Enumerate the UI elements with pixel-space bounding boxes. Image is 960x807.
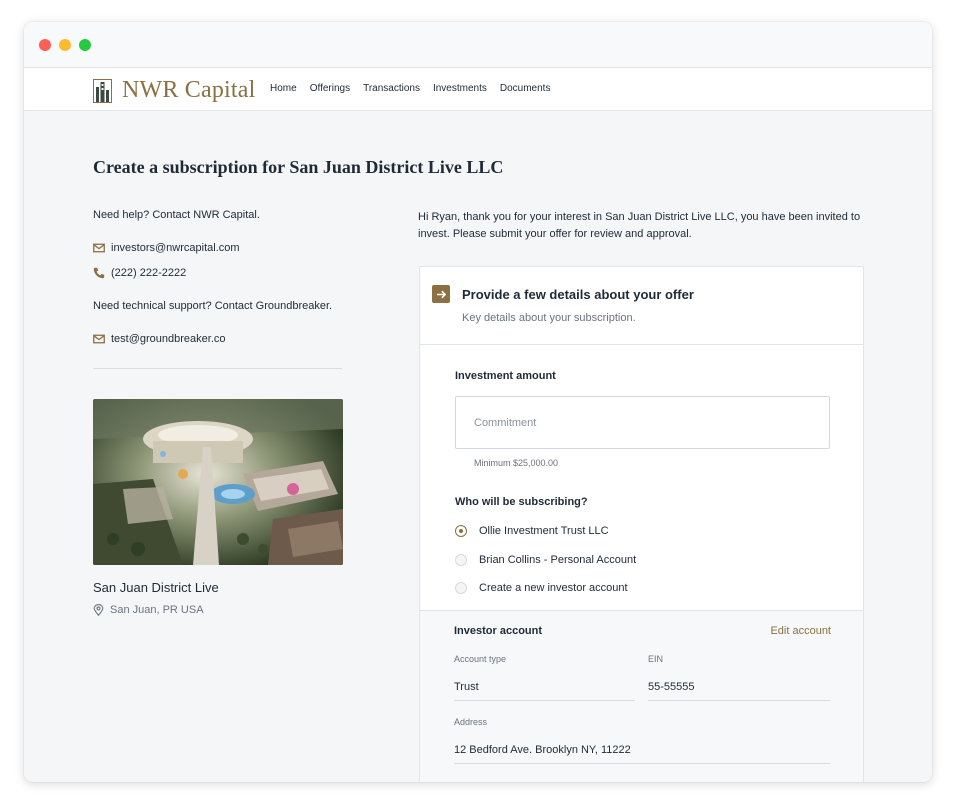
property-name: San Juan District Live (93, 580, 219, 595)
brand-logo[interactable]: NWR Capital (93, 77, 256, 104)
offer-form-title: Provide a few details about your offer (462, 287, 694, 302)
location-pin-icon (93, 604, 104, 616)
mail-icon (93, 334, 105, 344)
nav-transactions[interactable]: Transactions (363, 83, 420, 94)
subscriber-option-label: Ollie Investment Trust LLC (479, 525, 609, 537)
investor-account-section: Investor account Edit account Account ty… (420, 610, 863, 782)
maximize-window-button[interactable] (79, 39, 91, 51)
window-titlebar (24, 22, 932, 68)
property-aerial-illustration (93, 399, 343, 565)
ein-value: 55-55555 (648, 681, 830, 701)
property-location: San Juan, PR USA (93, 604, 343, 616)
property-image (93, 399, 343, 565)
sidebar: Need help? Contact NWR Capital. investor… (93, 209, 343, 616)
nav-documents[interactable]: Documents (500, 83, 551, 94)
investor-account-title: Investor account (454, 625, 543, 637)
nav-offerings[interactable]: Offerings (310, 83, 350, 94)
support-email-text: investors@nwrcapital.com (111, 242, 240, 254)
support-phone[interactable]: (222) 222-2222 (93, 267, 343, 279)
close-window-button[interactable] (39, 39, 51, 51)
main-nav: Home Offerings Transactions Investments … (270, 83, 563, 94)
offer-form-card: Provide a few details about your offer K… (419, 266, 864, 782)
minimize-window-button[interactable] (59, 39, 71, 51)
radio-unselected[interactable] (455, 554, 467, 566)
subscriber-option-new-account[interactable]: Create a new investor account (455, 582, 628, 594)
intro-message: Hi Ryan, thank you for your interest in … (418, 211, 861, 240)
page-title: Create a subscription for San Juan Distr… (93, 157, 504, 177)
subscriber-option-label: Brian Collins - Personal Account (479, 554, 637, 566)
account-type-value: Trust (454, 681, 635, 701)
browser-window: NWR Capital Home Offerings Transactions … (24, 22, 932, 782)
support-email[interactable]: investors@nwrcapital.com (93, 242, 343, 254)
brand-name: NWR Capital (122, 77, 256, 103)
subscriber-option-ollie-trust[interactable]: Ollie Investment Trust LLC (455, 525, 609, 537)
property-location-text: San Juan, PR USA (110, 604, 204, 616)
tech-support-email[interactable]: test@groundbreaker.co (93, 333, 343, 345)
minimum-amount-hint: Minimum $25,000.00 (474, 458, 559, 468)
building-logo-icon (93, 78, 112, 103)
nav-home[interactable]: Home (270, 83, 297, 94)
commitment-input[interactable] (455, 396, 830, 449)
offer-form-subtitle: Key details about your subscription. (462, 312, 636, 324)
support-phone-text: (222) 222-2222 (111, 267, 187, 279)
address-label: Address (454, 717, 488, 727)
offer-form-header: Provide a few details about your offer K… (420, 267, 863, 345)
account-type-label: Account type (454, 654, 507, 664)
radio-unselected[interactable] (455, 582, 467, 594)
edit-account-link[interactable]: Edit account (770, 625, 831, 637)
mail-icon (93, 243, 105, 253)
radio-selected[interactable] (455, 525, 467, 537)
ein-label: EIN (648, 654, 664, 664)
nav-investments[interactable]: Investments (433, 83, 487, 94)
step-arrow-icon (432, 285, 450, 303)
investment-amount-label: Investment amount (455, 370, 556, 382)
top-navbar: NWR Capital Home Offerings Transactions … (24, 68, 932, 111)
tech-support-email-text: test@groundbreaker.co (111, 333, 226, 345)
phone-icon (93, 267, 105, 279)
address-value: 12 Bedford Ave. Brooklyn NY, 11222 (454, 744, 830, 764)
subscriber-option-brian-collins[interactable]: Brian Collins - Personal Account (455, 554, 636, 566)
sidebar-divider (93, 368, 342, 369)
subscriber-label: Who will be subscribing? (455, 496, 588, 508)
tech-support-text: Need technical support? Contact Groundbr… (93, 300, 333, 312)
subscriber-option-label: Create a new investor account (479, 582, 628, 594)
help-text: Need help? Contact NWR Capital. (93, 209, 260, 221)
